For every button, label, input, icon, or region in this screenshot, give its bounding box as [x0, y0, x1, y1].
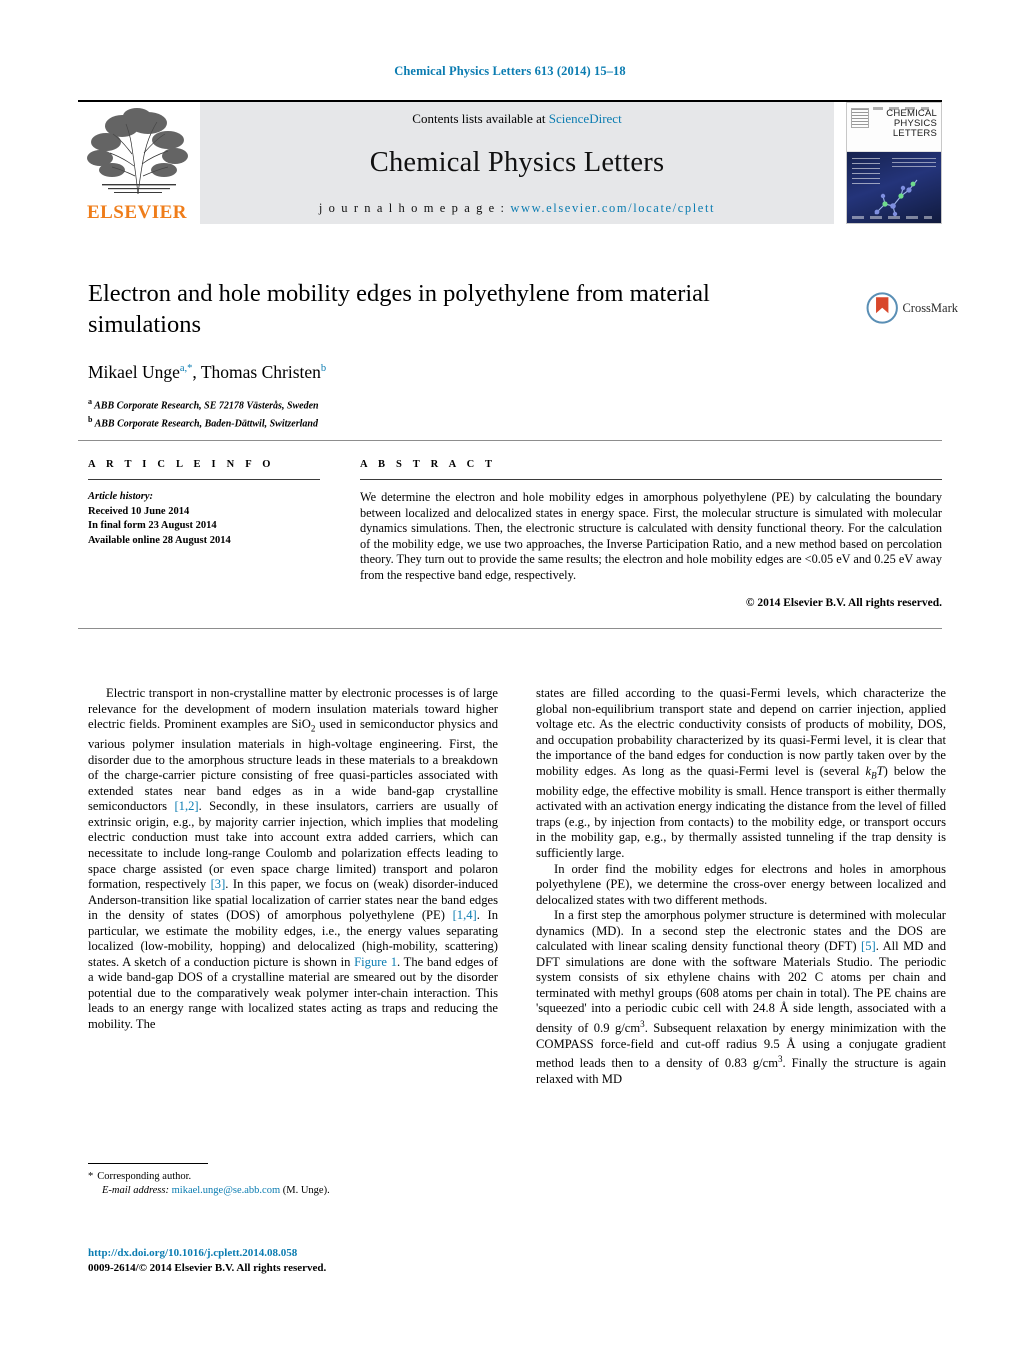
affiliation-a-mark: a [88, 397, 92, 406]
abstract-copyright: © 2014 Elsevier B.V. All rights reserved… [745, 596, 942, 609]
journal-masthead: ELSEVIER Contents lists available at Sci… [78, 100, 942, 226]
paragraph-right-1: states are filled according to the quasi… [536, 686, 946, 862]
affiliation-b-text: ABB Corporate Research, Baden-Dättwil, S… [94, 418, 318, 430]
citation-3[interactable]: [3] [211, 877, 226, 891]
corresponding-author-label: Corresponding author. [97, 1171, 192, 1182]
elsevier-tree-icon [87, 108, 188, 195]
paragraph-right-3: In a first step the amorphous polymer st… [536, 908, 946, 1087]
kb-t: T [876, 763, 884, 778]
article-history-received: Received 10 June 2014 [88, 505, 190, 517]
info-section-bottom-rule [78, 628, 942, 629]
citation-1-2[interactable]: [1,2] [174, 799, 198, 813]
author-name-1: Mikael Unge [88, 362, 180, 382]
paper-page: Chemical Physics Letters 613 (2014) 15–1… [0, 0, 1020, 1351]
abstract-heading: A B S T R A C T [360, 459, 497, 470]
title-block: Electron and hole mobility edges in poly… [88, 278, 868, 432]
contents-available-line: Contents lists available at ScienceDirec… [412, 111, 621, 127]
page-title: Electron and hole mobility edges in poly… [88, 280, 710, 338]
author-list: Mikael Ungea,*, Thomas Christenb [88, 362, 868, 383]
abstract-rule [360, 479, 942, 480]
affiliation-b: b ABB Corporate Research, Baden-Dättwil,… [88, 413, 868, 431]
corresponding-author-line: * Corresponding author. [88, 1170, 498, 1184]
doi-block: http://dx.doi.org/10.1016/j.cplett.2014.… [88, 1246, 508, 1276]
right-p1-part-b: ) below the mobility edge, the effective… [536, 763, 946, 860]
author-1-marks[interactable]: a,* [180, 363, 193, 374]
figure-1-link[interactable]: Figure 1 [354, 955, 397, 969]
paragraph-right-2: In order find the mobility edges for ele… [536, 861, 946, 907]
elsevier-wordmark: ELSEVIER [86, 202, 188, 223]
journal-band: Contents lists available at ScienceDirec… [200, 102, 834, 224]
author-2-marks[interactable]: b [321, 363, 326, 374]
cover-text-block-right [892, 158, 936, 168]
citation-1-4[interactable]: [1,4] [453, 908, 477, 922]
cover-logo-icon [851, 108, 869, 128]
cover-title-line3: LETTERS [892, 128, 937, 139]
issn-copyright-line: 0009-2614/© 2014 Elsevier B.V. All right… [88, 1262, 327, 1274]
homepage-url-link[interactable]: www.elsevier.com/locate/cplett [510, 201, 715, 215]
body-columns: Electric transport in non-crystalline ma… [88, 686, 946, 1216]
email-label: E-mail address: [102, 1185, 169, 1196]
author-name-2: Thomas Christen [200, 362, 321, 382]
right-p1-kb-symbol: kBT [866, 763, 884, 781]
affiliation-a-text: ABB Corporate Research, SE 72178 Västerå… [94, 400, 319, 412]
body-column-right: states are filled according to the quasi… [536, 686, 946, 1216]
email-link[interactable]: mikael.unge@se.abb.com [172, 1185, 281, 1196]
homepage-prefix: j o u r n a l h o m e p a g e : [318, 201, 511, 215]
article-info-heading: A R T I C L E I N F O [88, 459, 275, 470]
email-line: E-mail address: mikael.unge@se.abb.com (… [102, 1184, 498, 1198]
crossmark-badge[interactable]: CrossMark [866, 286, 958, 330]
crossmark-label: CrossMark [902, 300, 958, 315]
footnote-block: * Corresponding author. E-mail address: m… [88, 1170, 498, 1198]
affiliation-list: a ABB Corporate Research, SE 72178 Väste… [88, 395, 868, 432]
abstract-block: A B S T R A C T We determine the electro… [360, 459, 942, 609]
journal-title: Chemical Physics Letters [369, 147, 665, 178]
citation-5[interactable]: [5] [861, 939, 876, 953]
article-history-available-online: Available online 28 August 2014 [88, 534, 231, 546]
article-history-final-form: In final form 23 August 2014 [88, 520, 217, 531]
author-separator: , [192, 362, 201, 382]
affiliation-a: a ABB Corporate Research, SE 72178 Väste… [88, 395, 868, 413]
article-history-label: Article history: [88, 491, 154, 502]
elsevier-logo: ELSEVIER [78, 102, 200, 224]
cover-bottom-area [847, 152, 941, 223]
info-section-top-rule [78, 440, 942, 441]
affiliation-b-mark: b [88, 415, 93, 425]
running-head: Chemical Physics Letters 613 (2014) 15–1… [394, 64, 626, 78]
body-column-left: Electric transport in non-crystalline ma… [88, 686, 498, 1138]
cover-footer-rule [852, 216, 932, 219]
doi-link[interactable]: http://dx.doi.org/10.1016/j.cplett.2014.… [88, 1246, 508, 1261]
paragraph-left-1: Electric transport in non-crystalline ma… [88, 686, 498, 1033]
journal-homepage-line: j o u r n a l h o m e p a g e : www.else… [319, 201, 715, 216]
journal-cover-thumbnail[interactable]: CHEMICAL PHYSICS LETTERS [846, 102, 942, 224]
cover-title: CHEMICAL PHYSICS LETTERS [886, 109, 937, 139]
sciencedirect-link[interactable]: ScienceDirect [549, 111, 622, 126]
molecule-icon [874, 179, 918, 217]
footnote-separator-rule [88, 1163, 208, 1164]
article-info-rule [88, 479, 320, 480]
corresponding-author-mark: * [88, 1171, 94, 1182]
abstract-text: We determine the electron and hole mobil… [360, 490, 942, 582]
crossmark-icon [866, 292, 898, 324]
article-info-block: A R T I C L E I N F O Article history: R… [88, 459, 320, 548]
contents-prefix: Contents lists available at [412, 111, 549, 126]
email-suffix: (M. Unge). [282, 1185, 330, 1196]
cover-top-area: CHEMICAL PHYSICS LETTERS [847, 103, 941, 152]
